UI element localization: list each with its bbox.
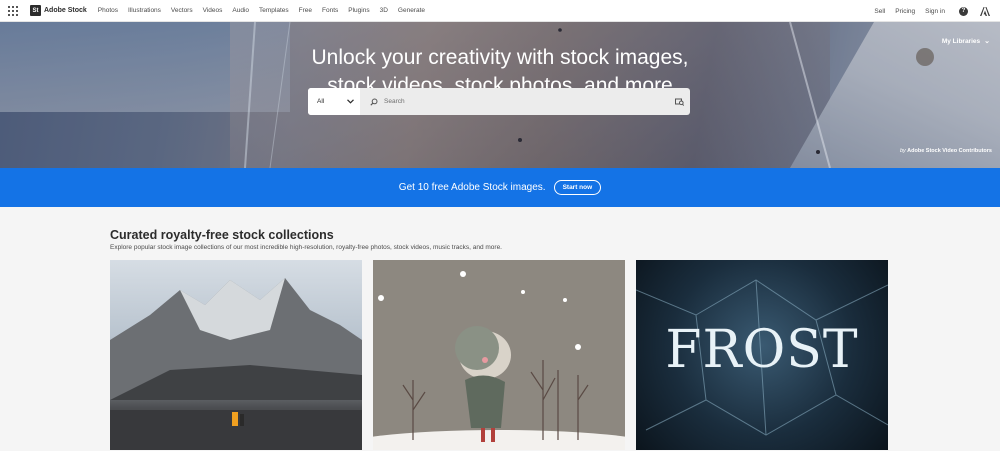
sign-in-link[interactable]: Sign in	[925, 8, 945, 15]
search-input[interactable]: Search	[360, 88, 668, 115]
chevron-down-icon: ⌄	[984, 38, 990, 45]
account-nav: Sell Pricing Sign in ?	[874, 0, 1000, 22]
nav-link-plugins[interactable]: Plugins	[348, 7, 369, 14]
visual-search-button[interactable]	[668, 88, 690, 115]
search-category-value: All	[317, 98, 325, 105]
stock-logo-mark: St	[30, 5, 41, 16]
search-icon	[370, 98, 378, 106]
brand-name: Adobe Stock	[44, 7, 87, 14]
nav-link-free[interactable]: Free	[299, 7, 312, 14]
winter-illustration-image	[373, 271, 625, 450]
nav-link-audio[interactable]: Audio	[232, 7, 249, 14]
nav-link-3d[interactable]: 3D	[380, 7, 388, 14]
hikers-figure	[110, 410, 362, 450]
nav-link-vectors[interactable]: Vectors	[171, 7, 193, 14]
adobe-stock-logo[interactable]: St Adobe Stock	[30, 5, 87, 16]
my-libraries-label: My Libraries	[941, 37, 981, 45]
collections-subtitle: Explore popular stock image collections …	[110, 244, 502, 251]
nav-link-generate[interactable]: Generate	[398, 7, 425, 14]
app-switcher-icon[interactable]	[8, 5, 18, 16]
nav-link-templates[interactable]: Templates	[259, 7, 289, 14]
category-nav: Photos Illustrations Vectors Videos Audi…	[98, 7, 435, 14]
collections-title: Curated royalty-free stock collections	[110, 228, 334, 242]
search-bar: All Search	[308, 88, 690, 115]
frost-title: FROST	[665, 320, 859, 380]
pricing-link[interactable]: Pricing	[895, 8, 915, 15]
nav-link-videos[interactable]: Videos	[203, 7, 223, 14]
top-navigation: St Adobe Stock Photos Illustrations Vect…	[0, 0, 1000, 22]
promo-text: Get 10 free Adobe Stock images.	[398, 182, 546, 193]
chevron-down-icon	[347, 99, 354, 104]
help-icon[interactable]: ?	[959, 6, 968, 16]
search-placeholder: Search	[384, 98, 405, 105]
promo-banner: Get 10 free Adobe Stock images. Start no…	[0, 168, 1000, 207]
collection-card-winter-illustration[interactable]	[373, 260, 625, 450]
nav-link-photos[interactable]: Photos	[98, 7, 118, 14]
image-credit: by Adobe Stock Video Contributors	[900, 148, 992, 154]
search-category-select[interactable]: All	[308, 88, 360, 115]
start-now-button[interactable]: Start now	[553, 180, 602, 195]
collection-card-frost[interactable]: FROST	[636, 260, 888, 450]
visual-search-icon	[674, 98, 684, 106]
adobe-icon[interactable]	[980, 6, 990, 16]
credit-prefix: by	[900, 148, 906, 154]
sell-link[interactable]: Sell	[874, 8, 885, 15]
credit-name: Adobe Stock Video Contributors	[907, 148, 992, 154]
my-libraries-button[interactable]: My Libraries ⌄	[941, 37, 990, 46]
nav-link-fonts[interactable]: Fonts	[322, 7, 338, 14]
hero-headline-line-1: Unlock your creativity with stock images…	[311, 46, 689, 69]
collection-card-mountain[interactable]	[110, 260, 362, 450]
nav-link-illustrations[interactable]: Illustrations	[128, 7, 161, 14]
